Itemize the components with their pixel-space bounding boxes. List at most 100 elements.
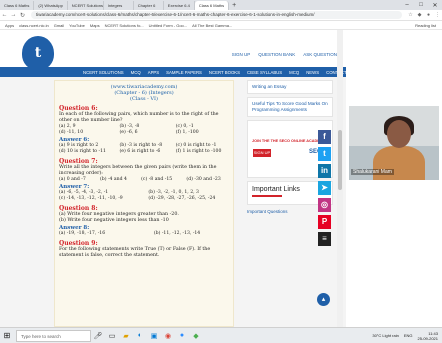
ad-sign-up-button[interactable]: SIGN UP xyxy=(253,149,271,157)
mic-icon[interactable]: 🎤︎ xyxy=(91,332,105,340)
pinterest-icon[interactable]: P xyxy=(318,215,331,229)
system-tray: 30°C Light rain ENG 11:43 25-09-2021 xyxy=(372,331,442,341)
bookmark-item[interactable]: class.ncert.nic.in xyxy=(19,23,49,28)
menu-icon[interactable]: ⋮ xyxy=(433,12,442,18)
star-icon[interactable]: ☆ xyxy=(406,12,415,18)
option: (a) 0 and -7 xyxy=(59,177,86,182)
scroll-top-icon[interactable]: ▴ xyxy=(317,293,330,306)
new-tab-icon[interactable]: + xyxy=(229,1,239,10)
answer-item: (d) 10 is right to -11 xyxy=(59,149,106,154)
scroll-thumb[interactable] xyxy=(338,130,342,190)
telegram-icon[interactable]: ➤ xyxy=(318,181,331,195)
nav-ncert-books[interactable]: NCERT BOOKS xyxy=(209,70,240,75)
question-heading: Question 7: xyxy=(59,158,98,165)
nav-cbse-syllabus[interactable]: CBSE SYLLABUS xyxy=(247,70,282,75)
question-heading: Question 9: xyxy=(59,240,98,247)
taskbar-search-input[interactable]: Type here to search xyxy=(16,329,91,342)
sidebar-widget: Useful Tips To Score Good Marks On Progr… xyxy=(247,97,333,117)
browser-tab[interactable]: Integers xyxy=(104,1,134,10)
question-text: Write all the integers between the given… xyxy=(59,165,217,176)
maximize-icon[interactable]: □ xyxy=(414,2,428,9)
twitter-icon[interactable]: t xyxy=(318,147,331,161)
title-underline xyxy=(252,195,282,197)
instagram-icon[interactable]: ◎ xyxy=(318,198,331,212)
windows-start-icon[interactable]: ⊞ xyxy=(0,331,14,340)
clock[interactable]: 11:43 25-09-2021 xyxy=(418,331,438,341)
bookmark-item[interactable]: Untitled Form - Goo... xyxy=(149,23,187,28)
windows-taskbar: ⊞ Type here to search 🎤︎ ▭ ▰ ◐ ▣ ◉ ● ◆ 3… xyxy=(0,327,442,343)
facebook-icon[interactable]: f xyxy=(318,130,331,144)
presenter-face xyxy=(387,120,411,148)
answer-item: (f) 1 is right to -100 xyxy=(175,149,222,154)
zoom-icon[interactable]: ● xyxy=(175,332,189,339)
browser-tab[interactable]: Exercise 6.4 xyxy=(164,1,195,10)
answer-item: (a) -19, -18, -17, -16 xyxy=(59,231,106,236)
bookmark-item[interactable]: All The Best Gamma... xyxy=(192,23,232,28)
option: (c) -8 and -15 xyxy=(141,177,173,182)
ask-questions-link[interactable]: ASK QUESTIONS xyxy=(303,52,340,57)
reload-icon[interactable]: ↻ xyxy=(18,12,27,19)
question-text: (b) Write four negative integers less th… xyxy=(59,218,169,223)
profile-icon[interactable]: ● xyxy=(424,12,433,18)
back-icon[interactable]: ← xyxy=(0,12,9,18)
nav-ncert-solutions[interactable]: NCERT SOLUTIONS xyxy=(83,70,124,75)
option: (d) -30 and -23 xyxy=(186,177,221,182)
window-controls: – □ ✕ xyxy=(400,2,442,9)
extension-icon[interactable]: ◆ xyxy=(415,12,424,18)
top-links: SIGN UP QUESTION BANK ASK QUESTIONS xyxy=(224,52,340,57)
nav-sample-papers[interactable]: SAMPLE PAPERS xyxy=(166,70,202,75)
clock-date: 25-09-2021 xyxy=(417,335,438,341)
app-icon[interactable]: ◆ xyxy=(189,332,203,340)
bookmark-item[interactable]: Gmail xyxy=(54,23,64,28)
site-logo[interactable]: t xyxy=(22,36,54,70)
bookmark-apps[interactable]: Apps xyxy=(5,23,14,28)
page-scrollbar[interactable] xyxy=(337,30,343,327)
file-explorer-icon[interactable]: ▰ xyxy=(119,332,133,340)
language-indicator[interactable]: ENG xyxy=(404,333,413,338)
nav-mcq[interactable]: MCQ xyxy=(131,70,141,75)
nav-mcq-2[interactable]: MCQ xyxy=(289,70,299,75)
browser-tab[interactable]: Class 6 Maths xyxy=(0,1,35,10)
bookmark-item[interactable]: Maps xyxy=(90,23,100,28)
ad-title: JOIN THE THE SECO ONLINE ACADEMY xyxy=(252,139,326,143)
bookmark-item[interactable]: YouTube xyxy=(69,23,85,28)
edge-icon[interactable]: ◐ xyxy=(133,332,147,339)
bookmarks-bar: Apps class.ncert.nic.in Gmail YouTube Ma… xyxy=(0,21,442,30)
question-bank-link[interactable]: QUESTION BANK xyxy=(258,52,295,57)
bookmark-item[interactable]: NCERT Solutions fo... xyxy=(105,23,144,28)
task-view-icon[interactable]: ▭ xyxy=(105,332,119,340)
option: (e) -6, 6 xyxy=(119,130,138,135)
answer-list: (a) 9 is right to 2 (b) -3 is right to -… xyxy=(59,143,229,155)
share-icon[interactable]: ≡ xyxy=(318,232,331,246)
answer-item: (b) -11, -12, -13, -14 xyxy=(153,231,201,236)
answer-list: (a) -19, -18, -17, -16 (b) -11, -12, -13… xyxy=(59,231,229,237)
option: (f) 1, -100 xyxy=(175,130,199,135)
social-share-bar: f t in ➤ ◎ P ≡ xyxy=(318,130,331,249)
answer-list: (a) -6, -5, -4, -3, -2, -1 (b) -3, -2, -… xyxy=(59,190,229,202)
webcam-video: Shalukarani Mam xyxy=(349,106,439,180)
store-icon[interactable]: ▣ xyxy=(147,332,161,340)
sidebar-link[interactable]: Writing an Essay xyxy=(252,84,328,90)
browser-tab[interactable]: Chapter 6 xyxy=(134,1,164,10)
minimize-icon[interactable]: – xyxy=(400,2,414,9)
answer-item: (e) 6 is right to -6 xyxy=(119,149,161,154)
question-options: (a) 0 and -7 (b) -4 and 4 (c) -8 and -15… xyxy=(59,177,229,183)
linkedin-icon[interactable]: in xyxy=(318,164,331,178)
weather-widget[interactable]: 30°C Light rain xyxy=(372,333,399,338)
forward-icon[interactable]: → xyxy=(9,12,18,18)
browser-tab-active[interactable]: Class 6 Maths xyxy=(194,1,230,10)
close-icon[interactable]: ✕ xyxy=(428,2,442,9)
nav-apps[interactable]: APPS xyxy=(148,70,159,75)
browser-tab[interactable]: (2) WhatsApp xyxy=(34,1,68,10)
question-heading: Question 6: xyxy=(59,105,98,112)
presenter-name: Shalukarani Mam xyxy=(351,169,394,175)
question-text: In each of the following pairs, which nu… xyxy=(59,112,219,123)
main-nav: NCERT SOLUTIONS MCQ APPS SAMPLE PAPERS N… xyxy=(0,67,347,77)
chrome-icon[interactable]: ◉ xyxy=(161,332,175,340)
browser-tab[interactable]: NCERT Solutions xyxy=(68,1,104,10)
reading-list[interactable]: Reading list xyxy=(415,23,436,28)
sign-up-link[interactable]: SIGN UP xyxy=(232,52,251,57)
sidebar-link[interactable]: Useful Tips To Score Good Marks On Progr… xyxy=(252,101,328,113)
nav-news[interactable]: NEWS xyxy=(306,70,319,75)
url-field[interactable]: tiwariacademy.com/ncert-solutions/class-… xyxy=(31,11,402,19)
